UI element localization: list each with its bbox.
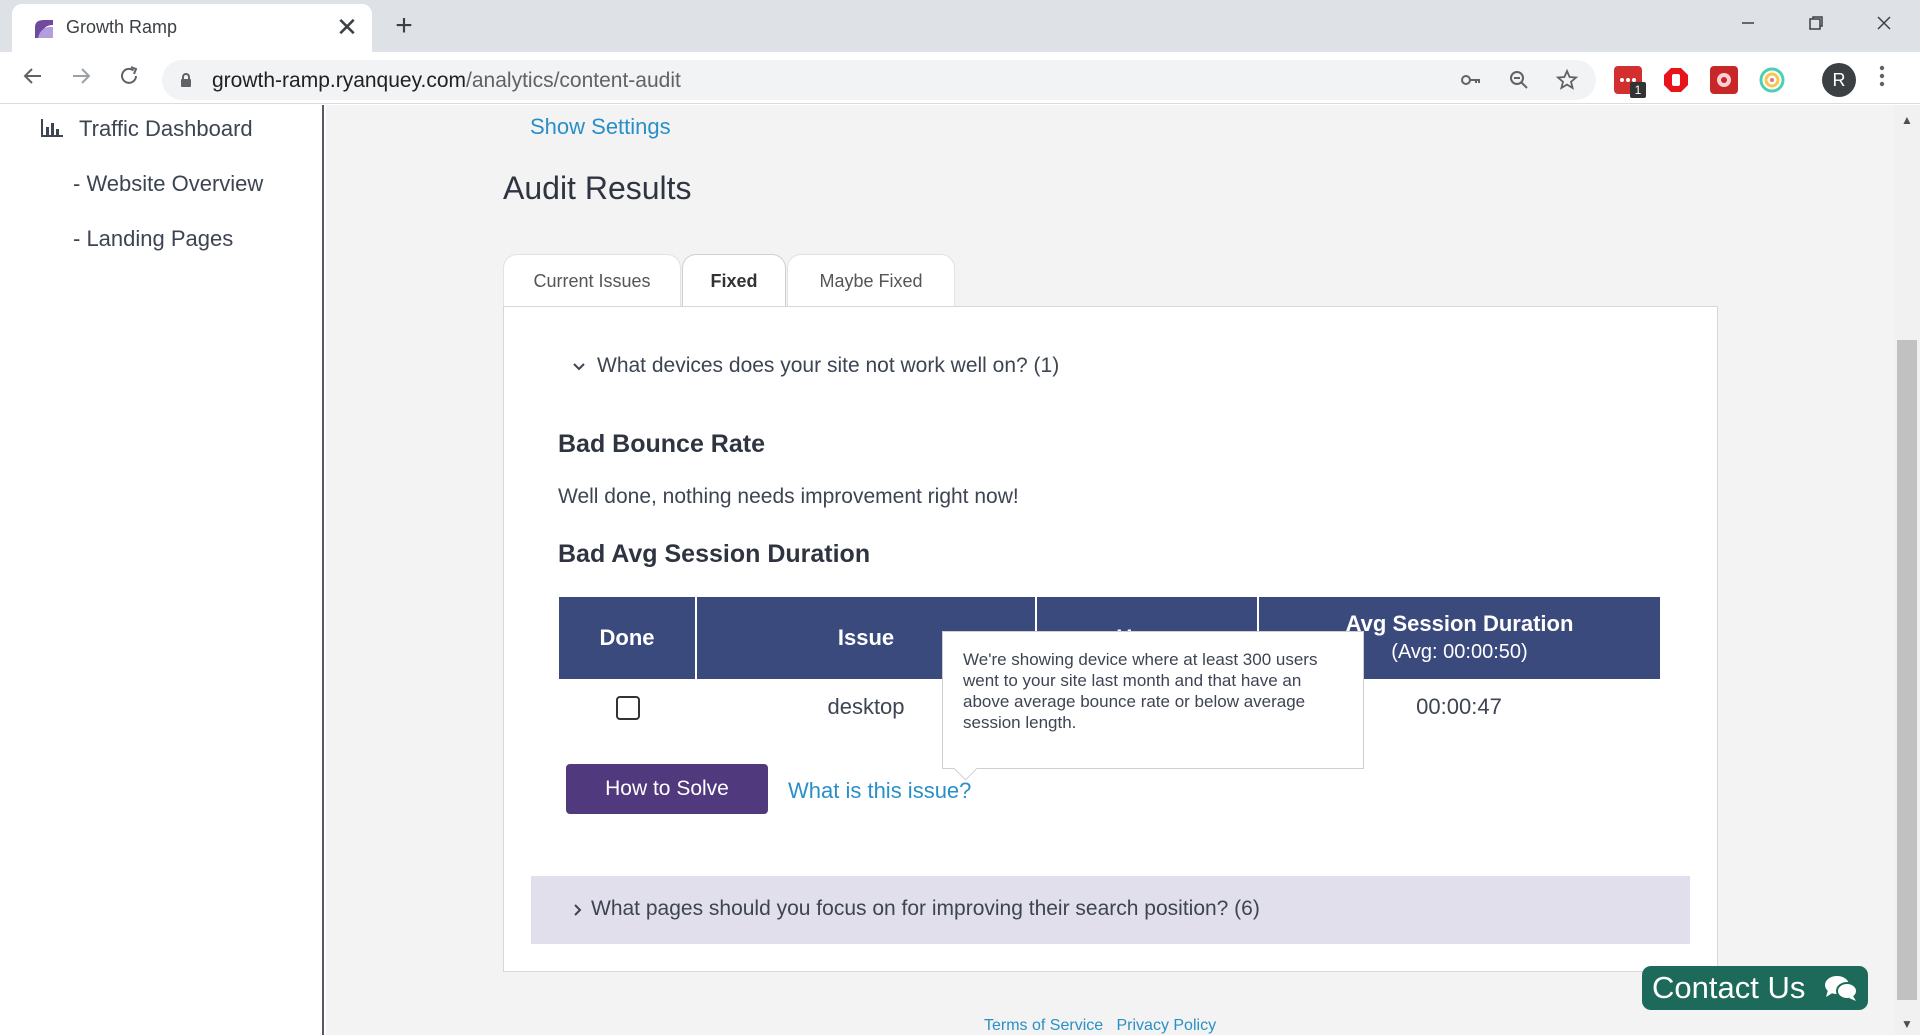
lock-icon [181, 73, 191, 87]
browser-toolbar: growth-ramp.ryanquey.com/analytics/conte… [0, 52, 1920, 104]
back-arrow-icon[interactable] [16, 62, 50, 96]
growth-ramp-favicon-icon [35, 20, 53, 38]
scroll-up-icon[interactable]: ▲ [1899, 113, 1915, 127]
url-text: growth-ramp.ryanquey.com/analytics/conte… [212, 69, 681, 93]
footer-links: Terms of Service Privacy Policy [984, 1017, 1216, 1035]
show-settings-link[interactable]: Show Settings [530, 114, 671, 140]
tab-fixed[interactable]: Fixed [682, 254, 786, 306]
chevron-down-icon[interactable] [572, 362, 586, 372]
browser-tab-bar: Growth Ramp ✕ + [0, 0, 1920, 52]
column-header-avg-session-duration-label: Avg Session Duration [1345, 611, 1574, 636]
devices-question-toggle[interactable]: What devices does your site not work wel… [597, 354, 1059, 378]
issue-tooltip: We're showing device where at least 300 … [942, 631, 1364, 769]
what-is-this-issue-link[interactable]: What is this issue? [788, 778, 971, 804]
page-scrollbar[interactable]: ▲ ▼ [1894, 105, 1920, 1035]
search-position-question-toggle[interactable]: What pages should you focus on for impro… [531, 876, 1690, 944]
section-text-bounce-rate: Well done, nothing needs improvement rig… [558, 485, 1019, 508]
terms-of-service-link[interactable]: Terms of Service [984, 1017, 1103, 1034]
contact-us-label: Contact Us [1652, 970, 1806, 1005]
bookmark-star-icon[interactable] [1554, 68, 1580, 94]
sidebar-item-traffic-dashboard[interactable]: Traffic Dashboard [79, 116, 253, 142]
section-title-bounce-rate: Bad Bounce Rate [558, 430, 765, 458]
browser-tab[interactable]: Growth Ramp ✕ [12, 4, 372, 52]
target-extension-icon[interactable] [1758, 66, 1786, 94]
bug-extension-icon[interactable] [1710, 66, 1738, 94]
tab-close-icon[interactable]: ✕ [334, 12, 360, 42]
zoom-icon[interactable] [1506, 68, 1532, 94]
browser-tab-title: Growth Ramp [66, 17, 178, 37]
profile-avatar[interactable]: R [1822, 63, 1856, 97]
scroll-down-icon[interactable]: ▼ [1899, 1017, 1915, 1031]
tab-current-issues[interactable]: Current Issues [503, 254, 681, 306]
chevron-right-icon [574, 904, 582, 916]
browser-menu-icon[interactable] [1874, 64, 1890, 94]
restore-icon[interactable] [1792, 4, 1840, 44]
how-to-solve-button[interactable]: How to Solve [566, 764, 768, 814]
tab-maybe-fixed[interactable]: Maybe Fixed [787, 254, 955, 306]
table-cell-done [559, 679, 696, 735]
new-tab-button[interactable]: + [386, 6, 422, 46]
page-title: Audit Results [503, 170, 692, 206]
window-close-icon[interactable] [1860, 4, 1908, 44]
forward-arrow-icon[interactable] [64, 62, 98, 96]
chat-bubbles-icon [1825, 976, 1858, 1001]
reload-icon[interactable] [112, 62, 146, 96]
search-position-question-label: What pages should you focus on for impro… [591, 897, 1260, 920]
key-icon[interactable] [1458, 68, 1484, 94]
column-header-done: Done [559, 597, 697, 679]
section-title-session-duration: Bad Avg Session Duration [558, 540, 871, 568]
extension-badge: 1 [1630, 82, 1646, 98]
lastpass-extension-icon[interactable]: 1 [1614, 66, 1646, 98]
privacy-policy-link[interactable]: Privacy Policy [1116, 1017, 1216, 1034]
done-checkbox[interactable] [615, 696, 640, 721]
bar-chart-icon [41, 119, 63, 137]
sidebar-item-website-overview[interactable]: - Website Overview [73, 171, 263, 197]
url-host: growth-ramp.ryanquey.com [212, 69, 467, 92]
audit-panel: What devices does your site not work wel… [503, 306, 1718, 972]
minimize-icon[interactable] [1724, 4, 1772, 44]
adblock-extension-icon[interactable] [1662, 66, 1690, 94]
address-bar[interactable]: growth-ramp.ryanquey.com/analytics/conte… [162, 60, 1596, 100]
sidebar-item-landing-pages[interactable]: - Landing Pages [73, 226, 233, 252]
url-path: /analytics/content-audit [466, 69, 681, 92]
scrollbar-thumb[interactable] [1897, 340, 1917, 1000]
contact-us-button[interactable]: Contact Us [1642, 966, 1868, 1010]
